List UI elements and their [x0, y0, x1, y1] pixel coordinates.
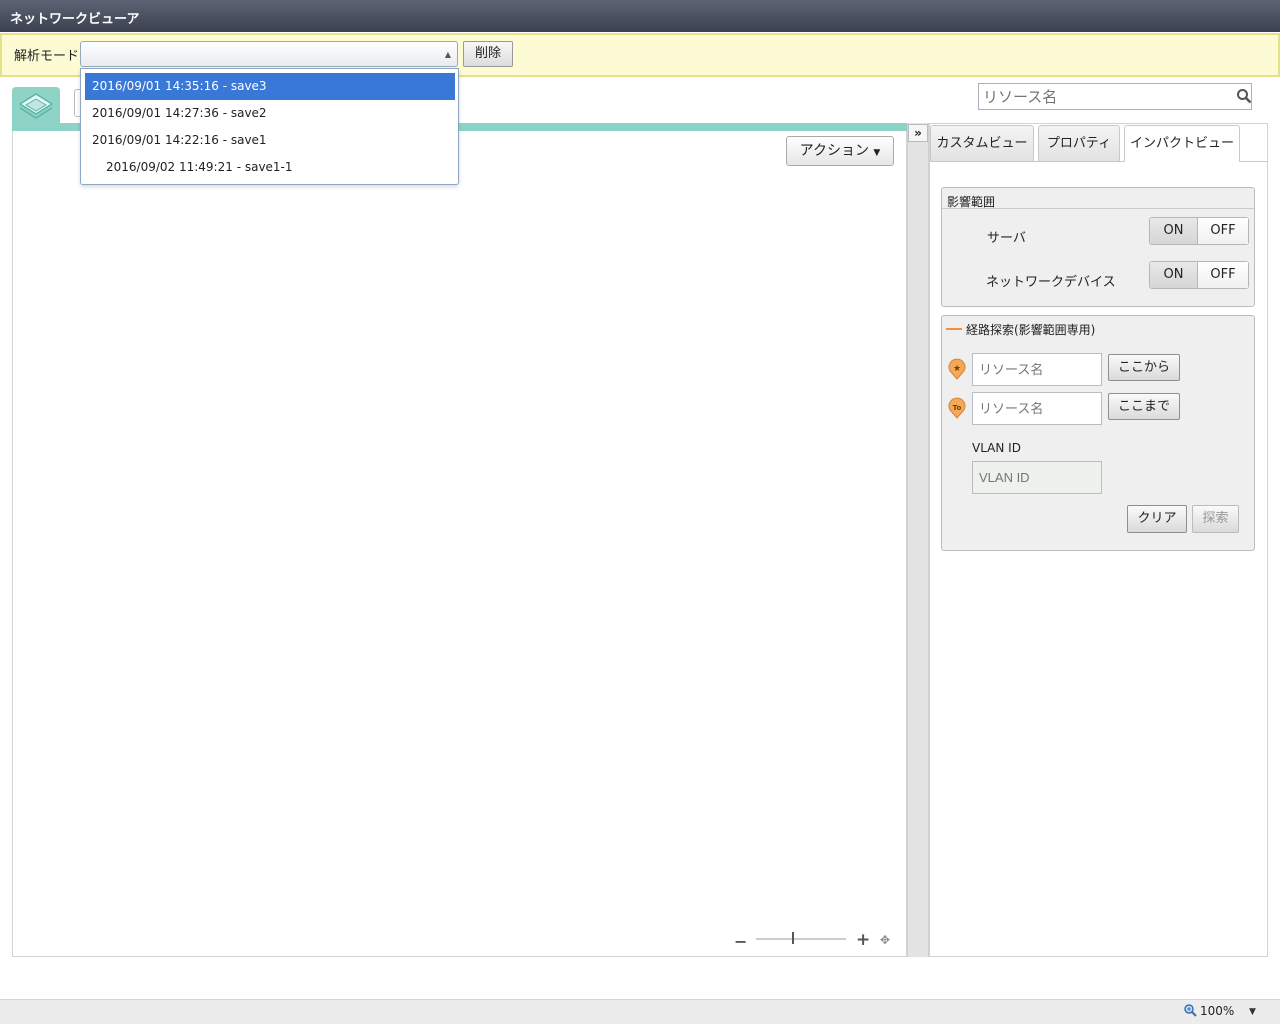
resource-search-box[interactable] [978, 83, 1252, 110]
zoom-icon [1184, 1004, 1197, 1017]
action-button-label: アクション [799, 143, 869, 159]
impact-scope-title: 影響範囲 [947, 195, 996, 209]
route-from-input[interactable] [972, 353, 1102, 386]
resource-search-input[interactable] [979, 84, 1229, 109]
zoom-slider-thumb[interactable] [792, 932, 794, 944]
route-to-input[interactable] [972, 392, 1102, 425]
action-button[interactable]: アクション ▼ [786, 136, 894, 166]
status-bar [0, 999, 1280, 1024]
network-device-toggle[interactable]: ON OFF [1149, 261, 1249, 289]
search-icon[interactable] [1236, 88, 1252, 104]
vlan-id-input[interactable] [972, 461, 1102, 494]
analysis-mode-label: 解析モード [14, 49, 80, 64]
zoom-dropdown-icon[interactable]: ▼ [1249, 1007, 1256, 1017]
tab-properties[interactable]: プロパティ [1038, 125, 1120, 161]
server-toggle-label: サーバ [987, 231, 1026, 246]
clear-button[interactable]: クリア [1127, 505, 1187, 533]
fit-to-screen-icon[interactable]: ✥ [880, 933, 890, 947]
caret-down-icon: ▼ [873, 148, 881, 158]
collapse-panel-icon[interactable]: » [908, 124, 928, 142]
zoom-in-icon[interactable]: + [856, 930, 870, 950]
analysis-mode-dropdown[interactable]: 2016/09/01 14:35:16 - save3 2016/09/01 1… [80, 68, 459, 185]
route-search-title: 経路探索(影響範囲専用) [966, 323, 1096, 337]
window-title: ネットワークビューア [10, 12, 140, 27]
vlan-id-label: VLAN ID [972, 441, 1021, 455]
collapse-group-icon[interactable] [946, 328, 962, 330]
panel-splitter[interactable] [907, 123, 929, 957]
dropdown-option-save1-1[interactable]: 2016/09/02 11:49:21 - save1-1 [85, 154, 455, 181]
search-route-button[interactable]: 探索 [1192, 505, 1239, 533]
analysis-mode-combo[interactable]: ▲ [80, 41, 458, 67]
network-device-toggle-off[interactable]: OFF [1198, 262, 1248, 288]
start-point-icon: ★ [948, 358, 966, 380]
end-point-icon: To [948, 397, 966, 419]
window-title-bar: ネットワークビューア [0, 0, 1280, 32]
tab-custom-view[interactable]: カスタムビュー [930, 125, 1034, 161]
zoom-slider[interactable] [756, 938, 846, 940]
svg-text:To: To [953, 404, 962, 412]
to-here-button[interactable]: ここまで [1108, 393, 1180, 420]
server-toggle[interactable]: ON OFF [1149, 217, 1249, 245]
network-device-toggle-label: ネットワークデバイス [986, 275, 1116, 290]
zoom-out-icon[interactable]: − [734, 932, 747, 951]
network-device-toggle-on[interactable]: ON [1150, 262, 1198, 288]
delete-button[interactable]: 削除 [463, 41, 513, 67]
network-canvas[interactable] [12, 123, 907, 957]
server-toggle-off[interactable]: OFF [1198, 218, 1248, 244]
dropdown-option-save2[interactable]: 2016/09/01 14:27:36 - save2 [85, 100, 455, 127]
combo-arrow-icon[interactable]: ▲ [445, 50, 451, 59]
layer-tab[interactable] [12, 87, 60, 125]
dropdown-option-save1[interactable]: 2016/09/01 14:22:16 - save1 [85, 127, 455, 154]
server-toggle-on[interactable]: ON [1150, 218, 1198, 244]
tab-impact-view[interactable]: インパクトビュー [1124, 125, 1240, 162]
layers-icon [18, 93, 54, 119]
dropdown-option-save3[interactable]: 2016/09/01 14:35:16 - save3 [85, 73, 455, 100]
zoom-level: 100% [1200, 1004, 1235, 1018]
from-here-button[interactable]: ここから [1108, 354, 1180, 381]
svg-text:★: ★ [953, 364, 961, 374]
